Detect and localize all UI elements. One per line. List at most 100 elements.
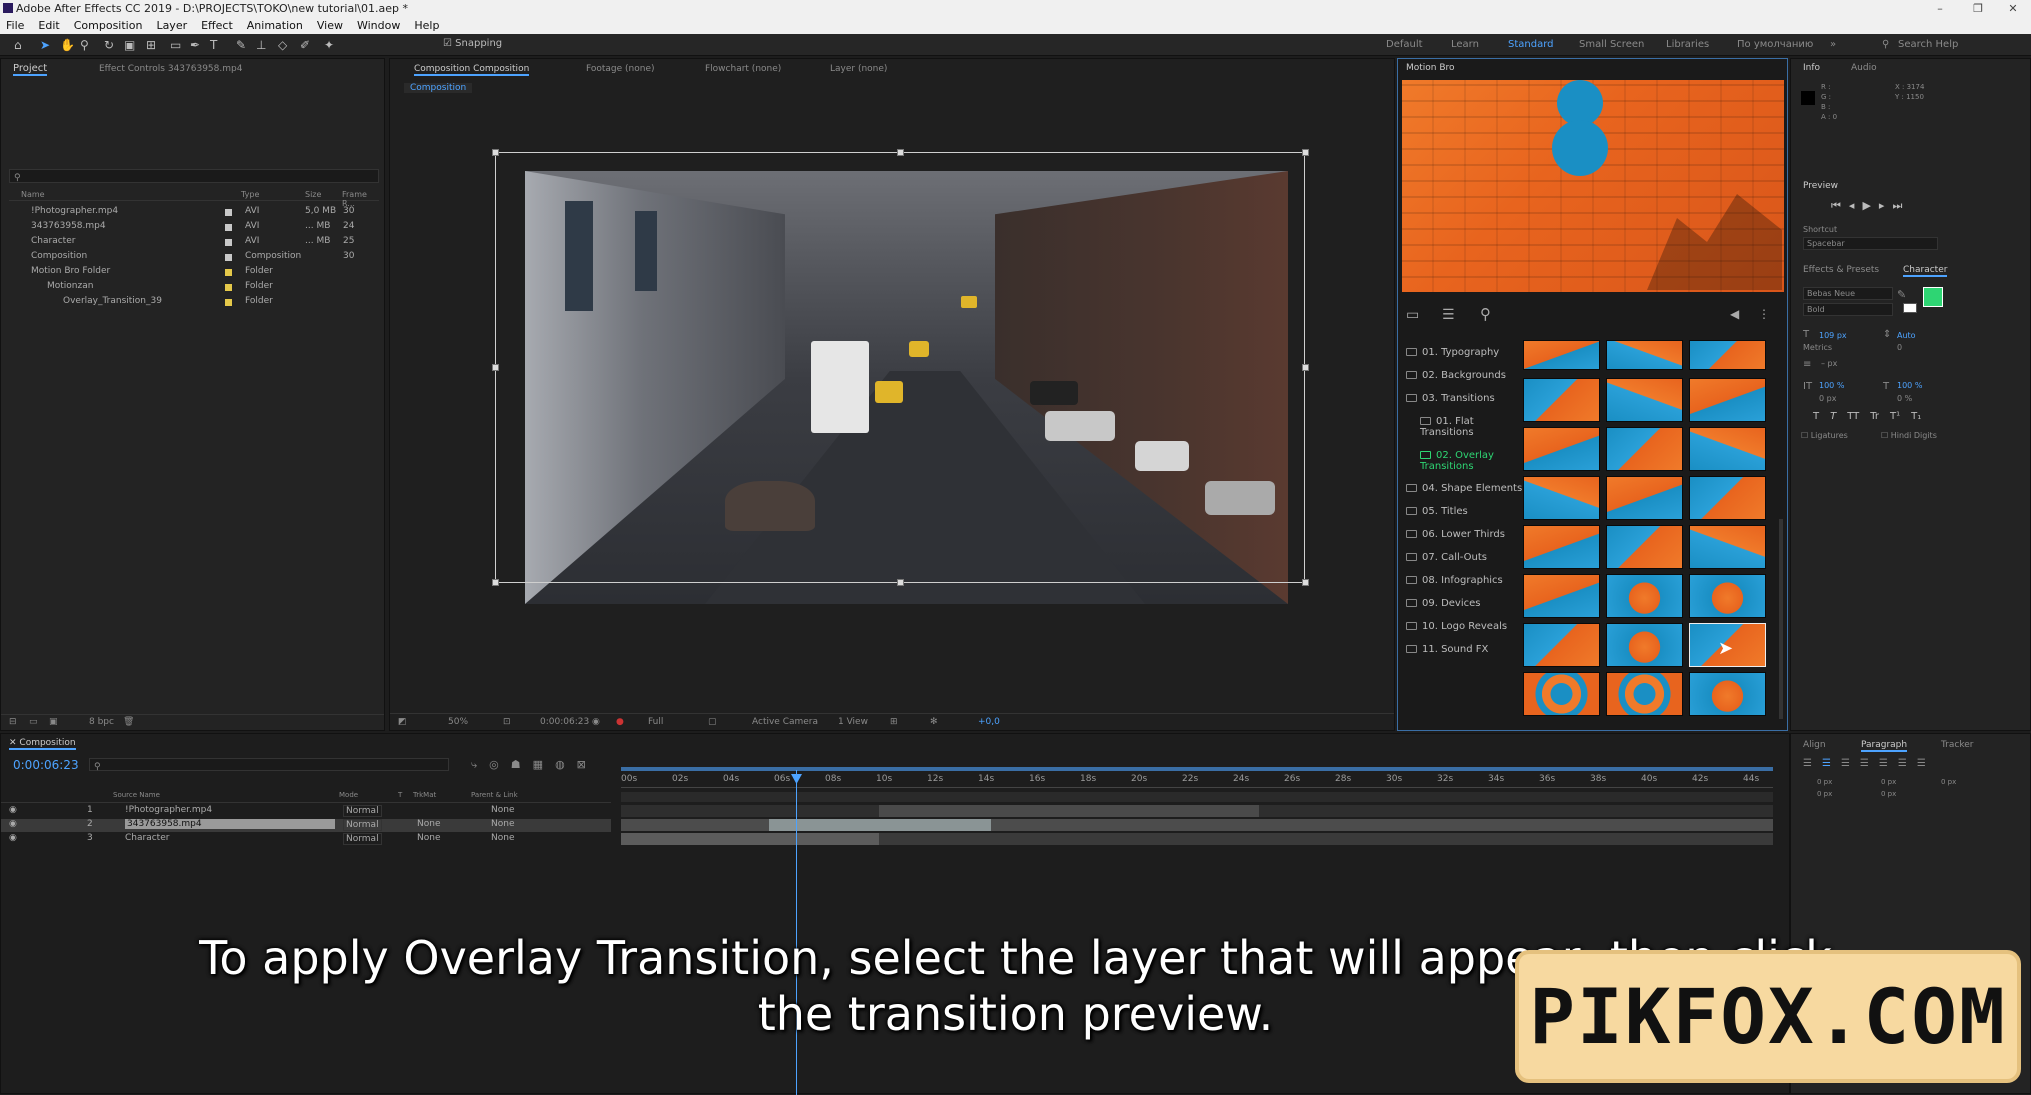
snapshot-icon[interactable]: ◉ [592,717,600,727]
menu-layer[interactable]: Layer [156,17,187,34]
space-before-value[interactable]: 0 px [1941,778,1956,786]
align-left-icon[interactable]: ☰ [1803,758,1812,769]
category-typography[interactable]: 01. Typography [1406,347,1499,358]
last-frame-icon[interactable]: ⏭ [1892,199,1910,212]
transition-thumbnail[interactable] [1689,476,1766,520]
ligatures-checkbox[interactable]: ☐ Ligatures [1801,431,1848,440]
justify-center-icon[interactable]: ☰ [1879,758,1888,769]
category-shape-elements[interactable]: 04. Shape Elements [1406,483,1522,494]
visibility-eye-icon[interactable]: ◉ [9,805,17,815]
col-size[interactable]: Size [305,190,321,199]
justify-left-icon[interactable]: ☰ [1860,758,1869,769]
transition-thumbnail[interactable] [1523,378,1600,422]
views-dropdown[interactable]: 1 View [838,717,868,727]
camera-tool-icon[interactable]: ▣ [124,38,135,52]
previous-frame-icon[interactable]: ◂ [1849,199,1863,212]
shy-layers-icon[interactable]: ☗ [511,758,521,772]
col-trkmat[interactable]: TrkMat [413,791,436,799]
exposure-value[interactable]: +0,0 [978,717,1000,727]
category-transitions[interactable]: 03. Transitions [1406,393,1495,404]
type-tool-icon[interactable]: T [210,38,217,52]
hindi-digits-checkbox[interactable]: ☐ Hindi Digits [1881,431,1937,440]
timeline-search-input[interactable]: ⚲ [89,758,449,772]
layer-bar-photographer[interactable] [879,805,1259,817]
grid-icon[interactable]: ⊞ [890,717,898,727]
layer-parent-dropdown[interactable]: None [491,833,514,843]
work-area-bar[interactable] [621,767,1773,771]
faux-bold-button[interactable]: T [1813,411,1819,422]
minimize-button[interactable]: – [1925,0,1955,17]
leading-value[interactable]: Auto [1897,331,1916,340]
align-right-icon[interactable]: ☰ [1841,758,1850,769]
transition-thumbnail[interactable] [1523,340,1600,370]
delete-icon[interactable]: 🗑 [123,717,134,727]
color-icon[interactable]: ● [616,717,624,727]
play-icon[interactable]: ▶ [1862,199,1878,212]
search-icon[interactable]: ⚲ [1882,39,1889,50]
tab-layer[interactable]: Layer (none) [830,64,887,74]
folder-icon[interactable]: ▭ [1406,307,1419,323]
tab-footage[interactable]: Footage (none) [586,64,655,74]
layer-mode-dropdown[interactable]: Normal [343,833,382,845]
font-family-dropdown[interactable]: Bebas Neue [1803,287,1893,300]
col-t[interactable]: T [398,791,402,799]
layer-parent-dropdown[interactable]: None [491,805,514,815]
layer-trkmat-dropdown[interactable]: None [417,833,440,843]
volume-icon[interactable]: ◀ [1730,307,1739,321]
kerning-label[interactable]: Metrics [1803,343,1832,352]
workspace-standard[interactable]: Standard [1508,39,1554,50]
visibility-eye-icon[interactable]: ◉ [9,819,17,829]
camera-dropdown[interactable]: Active Camera [752,717,818,727]
col-parent[interactable]: Parent & Link [471,791,518,799]
home-icon[interactable]: ⌂ [14,38,22,52]
next-frame-icon[interactable]: ▸ [1879,199,1893,212]
justify-right-icon[interactable]: ☰ [1898,758,1907,769]
zoom-dropdown[interactable]: 50% [448,717,468,727]
tab-effects-presets[interactable]: Effects & Presets [1803,265,1879,275]
justify-all-icon[interactable]: ☰ [1917,758,1926,769]
category-infographics[interactable]: 08. Infographics [1406,575,1503,586]
new-folder-icon[interactable]: ▭ [29,717,38,727]
selection-tool-icon[interactable]: ➤ [40,38,50,52]
transition-thumbnail[interactable] [1689,672,1766,716]
always-preview-icon[interactable]: ◩ [398,717,407,727]
resolution-dropdown[interactable]: Full [648,717,663,727]
puppet-tool-icon[interactable]: ✦ [324,38,334,52]
transition-thumbnail[interactable] [1689,340,1766,370]
vertical-scale-value[interactable]: 100 % [1819,381,1844,390]
transition-thumbnail[interactable] [1606,672,1683,716]
project-search-input[interactable]: ⚲ [9,169,379,183]
category-backgrounds[interactable]: 02. Backgrounds [1406,370,1506,381]
transition-thumbnail[interactable] [1523,525,1600,569]
font-style-dropdown[interactable]: Bold [1803,303,1893,316]
interpret-footage-icon[interactable]: ⊟ [9,717,17,727]
col-source-name[interactable]: Source Name [113,791,160,799]
menu-edit[interactable]: Edit [38,17,59,34]
transition-thumbnail-hovered[interactable]: ➤ [1689,623,1766,667]
baseline-value[interactable]: 0 px [1819,394,1836,403]
tab-paragraph[interactable]: Paragraph [1861,740,1908,752]
clone-stamp-tool-icon[interactable]: ⊥ [256,38,266,52]
first-frame-icon[interactable]: ⏮ [1831,199,1849,212]
brush-tool-icon[interactable]: ✎ [236,38,246,52]
more-options-icon[interactable]: ⋮ [1758,307,1770,321]
transition-thumbnail[interactable] [1523,574,1600,618]
layer-bounding-box[interactable] [495,152,1305,583]
search-help-input[interactable]: Search Help [1898,39,1958,50]
tsume-value[interactable]: 0 % [1897,394,1912,403]
tab-character[interactable]: Character [1903,265,1948,277]
visibility-eye-icon[interactable]: ◉ [9,833,17,843]
transform-handle[interactable] [492,579,499,586]
pan-behind-tool-icon[interactable]: ⊞ [146,38,156,52]
tab-audio[interactable]: Audio [1851,63,1877,73]
font-size-value[interactable]: 109 px [1819,331,1847,340]
layer-mode-dropdown[interactable]: Normal [343,819,382,831]
all-caps-button[interactable]: TT [1847,411,1859,422]
transform-handle[interactable] [1302,149,1309,156]
tab-tracker[interactable]: Tracker [1941,740,1973,750]
workspace-libraries[interactable]: Libraries [1666,39,1709,50]
transition-thumbnail[interactable] [1606,525,1683,569]
category-overlay-transitions[interactable]: 02. Overlay Transitions [1420,450,1500,472]
transition-thumbnail[interactable] [1606,427,1683,471]
zoom-tool-icon[interactable]: ⚲ [80,38,89,52]
